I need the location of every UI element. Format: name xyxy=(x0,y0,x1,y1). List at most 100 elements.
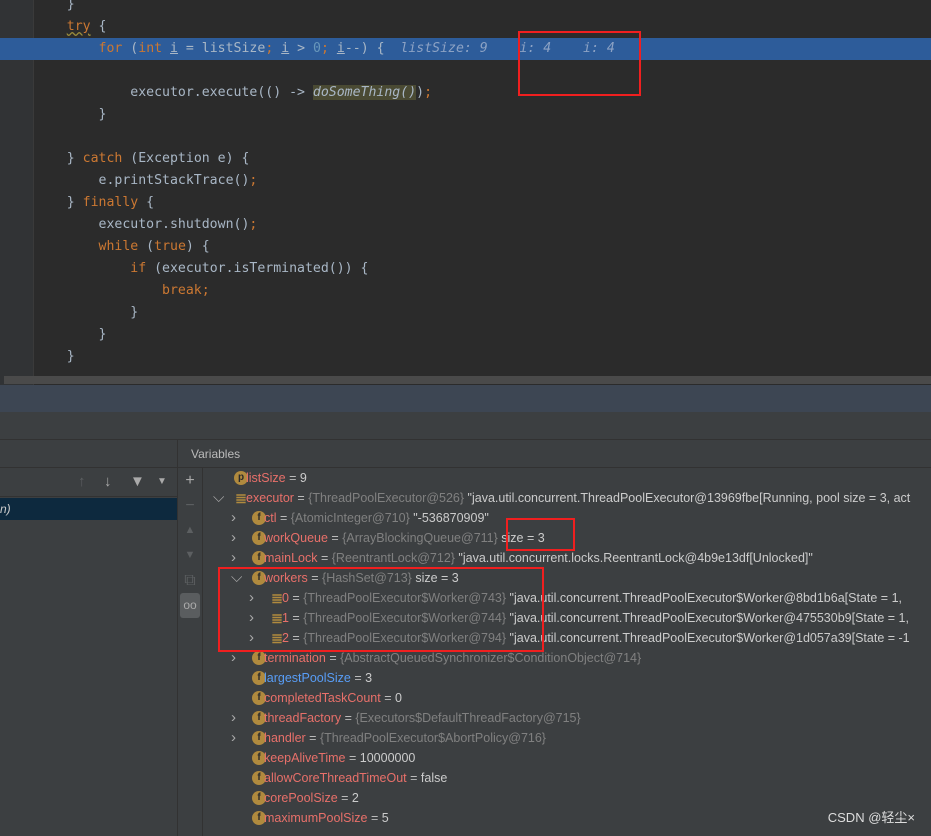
code-line[interactable]: } xyxy=(0,324,931,346)
selected-frame[interactable]: n) xyxy=(0,498,177,520)
separator: = xyxy=(288,631,304,645)
variable-value: 3 xyxy=(365,671,373,685)
code-line[interactable]: try { xyxy=(0,16,931,38)
code-token: while xyxy=(98,239,139,254)
variable-name: executor xyxy=(246,491,294,505)
watches-icon[interactable]: oo xyxy=(180,593,200,618)
code-token: if xyxy=(130,261,147,276)
minus-icon[interactable]: − xyxy=(178,493,202,518)
code-line[interactable]: } xyxy=(0,0,931,16)
code-line[interactable]: if (executor.isTerminated()) { xyxy=(0,258,931,280)
chevron-down-icon[interactable]: ⌵ xyxy=(231,568,242,588)
code-token: break; xyxy=(162,283,210,298)
code-line[interactable]: } xyxy=(0,104,931,126)
code-token: > xyxy=(289,41,313,56)
code-text: } catch (Exception e) { xyxy=(35,148,250,170)
down-arrow-icon[interactable]: ↓ xyxy=(104,473,112,490)
variable-type: {AbstractQueuedSynchronizer$ConditionObj… xyxy=(340,651,642,665)
separator: = xyxy=(345,751,360,765)
variable-value: 9 xyxy=(299,471,307,485)
chevron-right-icon[interactable]: › xyxy=(231,528,236,548)
variable-type: {ThreadPoolExecutor$Worker@794} xyxy=(303,631,507,645)
code-token: executor.execute(() -> xyxy=(130,85,313,100)
code-line[interactable]: } finally { xyxy=(0,192,931,214)
code-token: --) { xyxy=(344,41,401,56)
code-line[interactable]: } catch (Exception e) { xyxy=(0,148,931,170)
variable-value: 0 xyxy=(394,691,402,705)
code-line[interactable]: for (int i = listSize; i > 0; i--) { lis… xyxy=(0,38,931,60)
variable-name: maximumPoolSize xyxy=(264,811,368,825)
variable-type: {ThreadPoolExecutor$Worker@744} xyxy=(303,611,507,625)
variable-value: size = 3 xyxy=(497,531,545,545)
up-arrow-icon[interactable]: ↑ xyxy=(78,473,86,490)
variable-name: 2 xyxy=(282,631,289,645)
code-token: ; xyxy=(249,217,258,232)
separator: = xyxy=(305,731,320,745)
chevron-right-icon[interactable]: › xyxy=(231,648,236,668)
code-token: } xyxy=(66,195,83,210)
code-line[interactable] xyxy=(0,126,931,148)
debug-tabs-bar xyxy=(0,412,931,440)
chevron-right-icon[interactable]: › xyxy=(231,548,236,568)
down-icon[interactable]: ▼ xyxy=(178,543,202,568)
separator: = xyxy=(307,571,323,585)
variable-type: {AtomicInteger@710} xyxy=(290,511,410,525)
variable-type: {HashSet@713} xyxy=(322,571,412,585)
variable-type: {ThreadPoolExecutor@526} xyxy=(308,491,465,505)
code-text: } xyxy=(35,324,107,346)
code-token: for xyxy=(98,41,123,56)
chevron-right-icon[interactable]: › xyxy=(231,708,236,728)
variable-name: mainLock xyxy=(264,551,318,565)
variable-value: "java.util.concurrent.ThreadPoolExecutor… xyxy=(464,491,911,505)
code-text: } xyxy=(35,346,75,368)
filter-icon[interactable]: ▼ xyxy=(130,473,145,490)
chevron-right-icon[interactable]: › xyxy=(231,728,236,748)
code-text: } xyxy=(35,302,138,324)
variable-type: {ThreadPoolExecutor$Worker@743} xyxy=(303,591,507,605)
variables-tree[interactable]: p listSize = 9 ⌵ ≣ executor = {ThreadPoolExe… xyxy=(203,468,931,836)
inline-value-hint: listSize: 9 i: 4 i: 4 xyxy=(400,41,615,56)
chevron-down-icon[interactable]: ⌵ xyxy=(213,488,224,508)
up-icon[interactable]: ▲ xyxy=(178,518,202,543)
variables-side-toolbar: + − ▲ ▼ ⧉ oo xyxy=(178,468,203,836)
code-token: ( xyxy=(138,239,155,254)
chevron-right-icon[interactable]: › xyxy=(249,608,254,628)
code-line[interactable] xyxy=(0,60,931,82)
separator: = xyxy=(288,591,304,605)
code-line[interactable]: } xyxy=(0,346,931,368)
plus-icon[interactable]: + xyxy=(178,468,202,493)
code-line[interactable]: break; xyxy=(0,280,931,302)
separator: = xyxy=(327,531,343,545)
dropdown-icon[interactable]: ▼ xyxy=(157,476,167,487)
chevron-right-icon[interactable]: › xyxy=(231,508,236,528)
code-line[interactable]: } xyxy=(0,302,931,324)
chevron-right-icon[interactable]: › xyxy=(249,628,254,648)
variables-panel-title: Variables xyxy=(178,440,931,468)
frames-toolbar: ↑ ↓ ▼ ▼ xyxy=(0,467,178,497)
code-token: } xyxy=(98,327,107,342)
variable-value: "java.util.concurrent.ThreadPoolExecutor… xyxy=(506,611,909,625)
code-token: ) { xyxy=(185,239,210,254)
variable-name: workQueue xyxy=(264,531,328,545)
code-line[interactable]: e.printStackTrace(); xyxy=(0,170,931,192)
separator: = xyxy=(380,691,395,705)
code-line[interactable]: executor.execute(() -> doSomeThing()); xyxy=(0,82,931,104)
code-text: executor.shutdown(); xyxy=(35,214,258,236)
variable-value: "java.util.concurrent.ThreadPoolExecutor… xyxy=(506,631,910,645)
code-editor[interactable]: } try { for (int i = listSize; i > 0; i-… xyxy=(0,0,931,385)
variable-type: {ArrayBlockingQueue@711} xyxy=(342,531,498,545)
variable-value: "java.util.concurrent.locks.ReentrantLoc… xyxy=(454,551,813,565)
variable-value: "java.util.concurrent.ThreadPoolExecutor… xyxy=(506,591,902,605)
variable-name: allowCoreThreadTimeOut xyxy=(264,771,407,785)
variable-value: "-536870909" xyxy=(409,511,489,525)
code-token: (executor.isTerminated()) { xyxy=(146,261,369,276)
code-token: i xyxy=(170,41,178,56)
copy-icon[interactable]: ⧉ xyxy=(178,568,202,593)
code-line[interactable]: while (true) { xyxy=(0,236,931,258)
variable-name: ctl xyxy=(264,511,277,525)
chevron-right-icon[interactable]: › xyxy=(249,588,254,608)
variable-value: 2 xyxy=(351,791,359,805)
code-line[interactable]: executor.shutdown(); xyxy=(0,214,931,236)
horizontal-scrollbar[interactable] xyxy=(4,376,931,384)
